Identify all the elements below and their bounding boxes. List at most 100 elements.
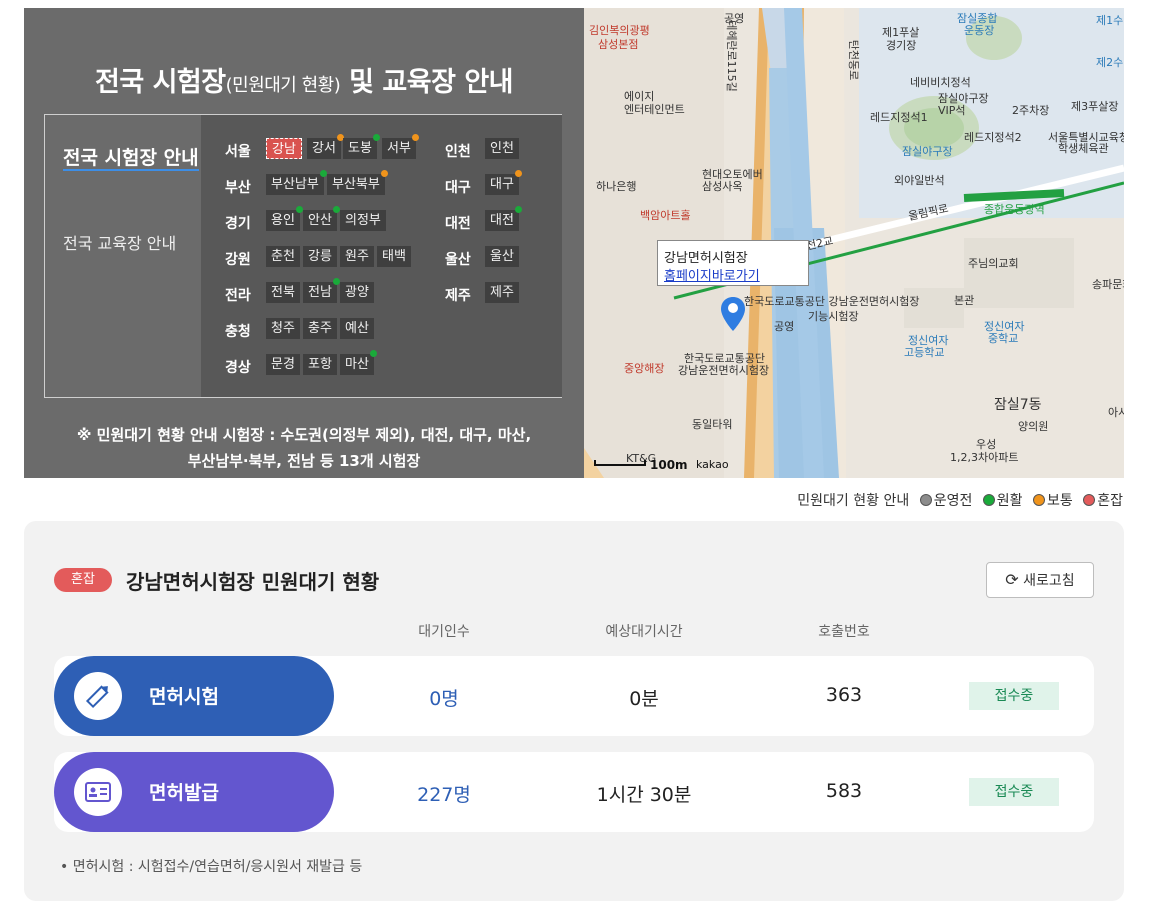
chip-yongin[interactable]: 용인 — [266, 206, 303, 231]
chip-jeju[interactable]: 제주 — [485, 282, 519, 303]
map-label: 한국도로교통공단 강남운전면허시험장 — [744, 295, 920, 308]
map-label: 백암아트홀 — [640, 209, 691, 222]
chip-seobu[interactable]: 서부 — [382, 134, 419, 159]
map-label: 양의원 — [1018, 420, 1049, 433]
map-label: 레드지정석1 — [870, 111, 928, 124]
map-label: 제1수 — [1096, 14, 1124, 27]
map-label: 공영 — [774, 320, 795, 333]
map-info-popup: 강남면허시험장 홈페이지바로가기 — [657, 240, 809, 286]
region-gyeongsang: 경상 — [225, 360, 251, 376]
map-label: VIP석 — [938, 104, 966, 117]
pencil-icon — [74, 672, 122, 720]
panel-title: 전국 시험장(민원대기 현황) 및 교육장 안내 — [95, 67, 513, 98]
map-label: 아시 — [1108, 406, 1124, 419]
chip-yesan[interactable]: 예산 — [340, 318, 374, 339]
chip-masan[interactable]: 마산 — [340, 350, 377, 375]
chip-gangneung[interactable]: 강릉 — [303, 246, 337, 267]
map-label: 잠실7동 — [994, 397, 1042, 413]
region-chungcheong: 충청 — [225, 324, 251, 340]
card-title: 강남면허시험장 민원대기 현황 — [126, 570, 380, 594]
map-label: 동일타워 — [692, 418, 733, 431]
region-seoul: 서울 — [225, 144, 251, 160]
notice-text: ※ 민원대기 현황 안내 시험장 : 수도권(의정부 제외), 대전, 대구, … — [76, 426, 532, 470]
wait-time: 0분 — [629, 688, 659, 710]
status-badge-accepting: 접수중 — [969, 682, 1059, 710]
map-label: 본관 — [954, 294, 975, 307]
map-label: 중앙해장 — [624, 362, 665, 375]
chip-gangseo[interactable]: 강서 — [307, 134, 344, 159]
id-card-icon — [74, 768, 122, 816]
license-test-pill: 면허시험 — [54, 656, 334, 736]
map-label: 송파문화 — [1092, 278, 1124, 291]
chip-jeonbuk[interactable]: 전북 — [266, 282, 300, 303]
map-label: 삼성사옥 — [702, 180, 743, 193]
chip-busan-nambu[interactable]: 부산남부 — [266, 170, 327, 195]
map-label: 학생체육관 — [1058, 142, 1109, 155]
chip-dobong[interactable]: 도봉 — [343, 134, 380, 159]
kakao-logo: kakao — [696, 458, 729, 471]
map-label: 탄천동로 — [847, 39, 861, 81]
col-header-time: 예상대기시간 — [605, 624, 683, 640]
homepage-link[interactable]: 홈페이지바로가기 — [664, 265, 760, 284]
map-scale-label: 100m — [650, 458, 688, 472]
map-label: 강남운전면허시험장 — [678, 364, 770, 377]
legend-before-open: 운영전 — [919, 493, 972, 509]
col-header-call: 호출번호 — [818, 624, 870, 640]
chip-chuncheon[interactable]: 춘천 — [266, 246, 300, 267]
chip-taebaek[interactable]: 태백 — [377, 246, 411, 267]
chip-mungyeong[interactable]: 문경 — [266, 354, 300, 375]
refresh-button[interactable]: ⟳ 새로고침 — [986, 562, 1094, 598]
chip-gangnam[interactable]: 강남 — [266, 138, 302, 159]
chip-gwangyang[interactable]: 광양 — [340, 282, 374, 303]
chip-daejeon[interactable]: 대전 — [485, 206, 522, 231]
legend-smooth: 원활 — [982, 493, 1023, 509]
chip-ulsan[interactable]: 울산 — [485, 246, 519, 267]
chip-wonju[interactable]: 원주 — [340, 246, 374, 267]
chip-jeonnam[interactable]: 전남 — [303, 278, 340, 303]
map-label: 종합운동장역 — [984, 203, 1045, 216]
region-list: 서울 강남 강서 도봉 서부 인천 인천 부산 부산남부 부산북부 대구 대구 … — [201, 115, 562, 397]
map-label: 1,2,3차아파트 — [950, 451, 1019, 464]
map-label: 제3푸살장 — [1071, 100, 1119, 113]
row-license-test: 면허시험 0명 0분 363 접수중 — [54, 656, 1094, 736]
chip-uijeongbu[interactable]: 의정부 — [340, 210, 386, 231]
chip-busan-bukbu[interactable]: 부산북부 — [327, 170, 388, 195]
call-number: 363 — [825, 684, 863, 706]
map-label: 테헤란로115길 — [724, 20, 738, 92]
legend-label: 민원대기 현황 안내 — [797, 493, 910, 509]
chip-pohang[interactable]: 포항 — [303, 354, 337, 375]
region-incheon: 인천 — [445, 144, 471, 160]
map-label: 주님의교회 — [968, 257, 1019, 270]
map-label: 외야일반석 — [894, 174, 945, 187]
nav-edu-centers[interactable]: 전국 교육장 안내 — [63, 231, 176, 257]
map-label: 운동장 — [964, 24, 995, 37]
nav-exam-centers[interactable]: 전국 시험장 안내 — [63, 145, 199, 171]
map-label: 하나은행 — [596, 180, 637, 193]
map-label: 중학교 — [988, 332, 1019, 345]
status-legend: 민원대기 현황 안내 운영전 원활 보통 혼잡 — [791, 490, 1123, 510]
map-label: 경기장 — [886, 39, 917, 52]
chip-incheon[interactable]: 인천 — [485, 138, 519, 159]
location-map[interactable]: 김인복의광평 삼성본점 공영 테헤란로115길 탄천동로 제1푸살 경기장 잠실… — [584, 8, 1124, 478]
status-badge: 혼잡 — [54, 568, 112, 592]
map-label: 엔터테인먼트 — [624, 103, 685, 116]
map-scale-bar — [594, 460, 646, 466]
legend-normal: 보통 — [1033, 493, 1073, 509]
region-jeju: 제주 — [445, 288, 471, 304]
chip-chungju[interactable]: 충주 — [303, 318, 337, 339]
wait-count: 0명 — [429, 688, 459, 710]
call-number: 583 — [825, 780, 863, 802]
chip-cheongju[interactable]: 청주 — [266, 318, 300, 339]
map-label: 고등학교 — [904, 346, 945, 359]
chip-daegu[interactable]: 대구 — [485, 170, 522, 195]
legend-congested: 혼잡 — [1083, 493, 1123, 509]
map-label: 잠실야구장 — [902, 145, 953, 158]
footnote: • 면허시험 : 시험접수/연습면허/응시원서 재발급 등 — [60, 859, 363, 875]
chip-ansan[interactable]: 안산 — [303, 206, 340, 231]
popup-title: 강남면허시험장 — [664, 251, 748, 266]
location-pin-icon[interactable] — [720, 296, 746, 332]
status-badge-accepting: 접수중 — [969, 778, 1059, 806]
test-center-panel: 전국 시험장(민원대기 현황) 및 교육장 안내 전국 시험장 안내 전국 교육… — [24, 8, 584, 478]
region-box: 전국 시험장 안내 전국 교육장 안내 서울 강남 강서 도봉 서부 인천 인천… — [44, 114, 562, 398]
region-busan: 부산 — [225, 180, 251, 196]
